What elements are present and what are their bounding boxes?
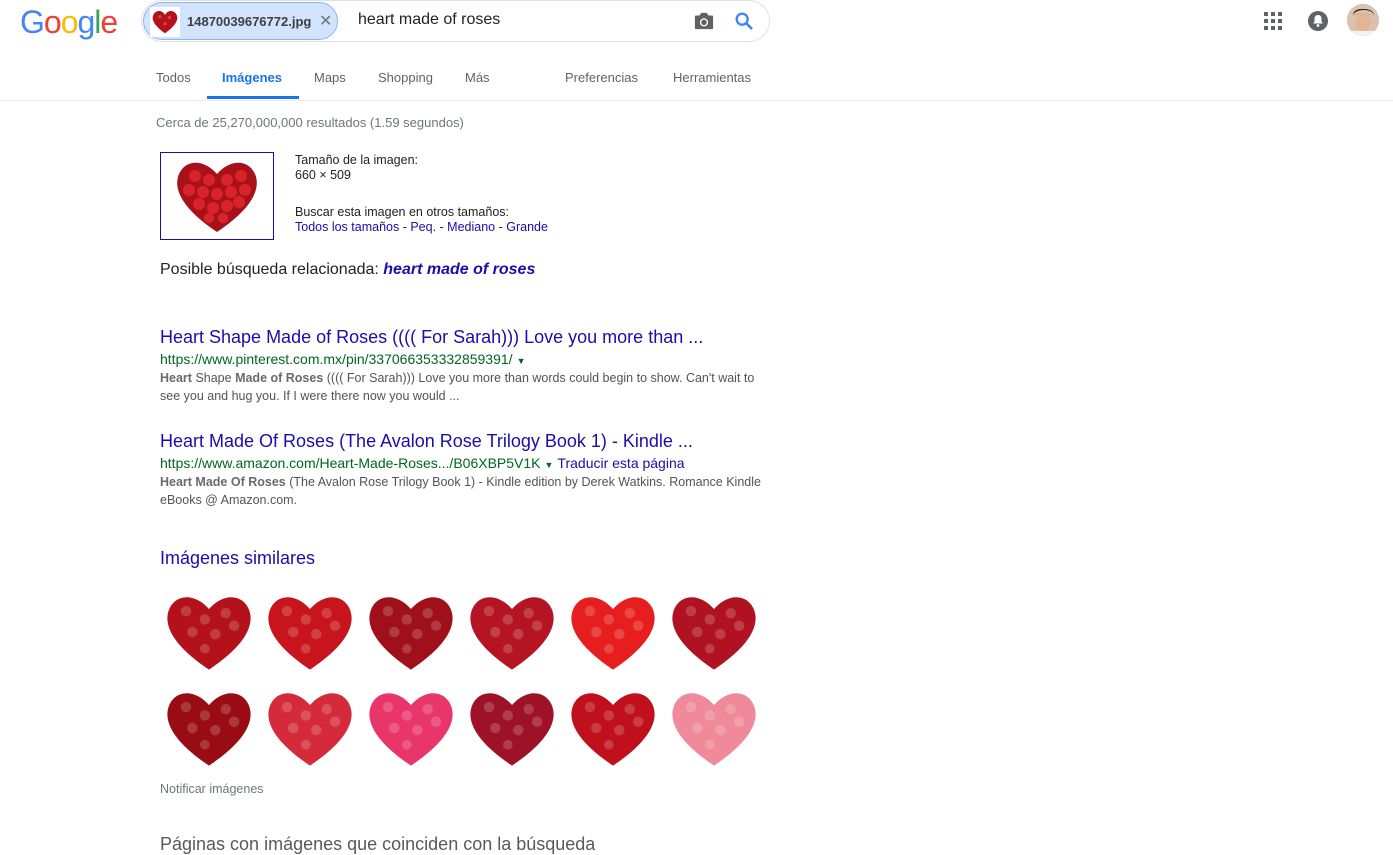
result-url: https://www.pinterest.com.mx/pin/3370663…: [160, 351, 513, 367]
apps-grid-icon[interactable]: [1264, 12, 1282, 35]
matching-pages-title: Páginas con imágenes que coinciden con l…: [160, 834, 596, 854]
camera-icon[interactable]: [693, 11, 715, 36]
result-snippet: Heart Made Of Roses (The Avalon Rose Tri…: [160, 473, 770, 509]
related-search: Posible búsqueda relacionada: heart made…: [160, 261, 535, 279]
search-input[interactable]: heart made of roses: [358, 11, 500, 29]
translate-link[interactable]: Traducir esta página: [557, 455, 684, 471]
snippet-text: Shape: [191, 371, 236, 385]
tab-preferencias[interactable]: Preferencias: [565, 70, 638, 85]
report-images-link[interactable]: Notificar imágenes: [160, 782, 264, 796]
tab-herramientas[interactable]: Herramientas: [673, 70, 751, 85]
result-url-line: https://www.amazon.com/Heart-Made-Roses.…: [160, 455, 770, 471]
similar-images-grid: [160, 588, 763, 772]
similar-image-thumbnail[interactable]: [261, 588, 359, 676]
image-chip[interactable]: 14870039676772.jpg ✕: [143, 2, 338, 40]
size-separator: -: [436, 220, 448, 234]
dropdown-arrow-icon[interactable]: ▼: [545, 460, 554, 470]
logo-letter: e: [100, 4, 118, 40]
logo-letter: G: [20, 4, 45, 40]
tab-maps[interactable]: Maps: [314, 70, 346, 85]
image-size-label: Tamaño de la imagen:: [295, 153, 418, 167]
result-url: https://www.amazon.com/Heart-Made-Roses.…: [160, 455, 541, 471]
size-links: Todos los tamaños - Peq. - Mediano - Gra…: [295, 220, 548, 235]
size-link-large[interactable]: Grande: [506, 220, 548, 234]
search-icon[interactable]: [733, 10, 755, 37]
similar-image-thumbnail[interactable]: [665, 684, 763, 772]
similar-image-thumbnail[interactable]: [160, 684, 258, 772]
similar-image-thumbnail[interactable]: [564, 684, 662, 772]
google-logo[interactable]: Google: [20, 4, 118, 41]
similar-image-thumbnail[interactable]: [564, 588, 662, 676]
search-result: Heart Made Of Roses (The Avalon Rose Tri…: [160, 430, 770, 509]
result-url-line: https://www.pinterest.com.mx/pin/3370663…: [160, 351, 770, 367]
similar-images-title[interactable]: Imágenes similares: [160, 548, 315, 569]
active-tab-indicator: [207, 96, 299, 99]
related-query-link[interactable]: heart made of roses: [383, 261, 535, 278]
snippet-bold: Made of Roses: [235, 371, 324, 385]
snippet-bold: Heart Made Of Roses: [160, 475, 286, 489]
search-box[interactable]: 14870039676772.jpg ✕ heart made of roses: [141, 0, 770, 42]
similar-image-thumbnail[interactable]: [665, 588, 763, 676]
size-link-all[interactable]: Todos los tamaños: [295, 220, 399, 234]
similar-image-thumbnail[interactable]: [463, 588, 561, 676]
result-title[interactable]: Heart Made Of Roses (The Avalon Rose Tri…: [160, 431, 693, 451]
similar-image-thumbnail[interactable]: [362, 588, 460, 676]
size-link-medium[interactable]: Mediano: [447, 220, 495, 234]
tab-mas[interactable]: Más: [465, 70, 490, 85]
search-result: Heart Shape Made of Roses (((( For Sarah…: [160, 326, 770, 405]
tab-todos[interactable]: Todos: [156, 70, 191, 85]
result-stats: Cerca de 25,270,000,000 resultados (1.59…: [156, 115, 464, 130]
logo-letter: g: [77, 4, 95, 40]
dropdown-arrow-icon[interactable]: ▼: [517, 356, 526, 366]
close-icon[interactable]: ✕: [319, 11, 332, 31]
other-sizes-label: Buscar esta imagen en otros tamaños:: [295, 205, 510, 219]
snippet-bold: Heart: [160, 371, 192, 385]
similar-image-thumbnail[interactable]: [160, 588, 258, 676]
size-separator: -: [495, 220, 507, 234]
size-separator: -: [399, 220, 411, 234]
notifications-bell-icon[interactable]: [1307, 10, 1329, 37]
image-size-value: 660 × 509: [295, 168, 351, 182]
similar-image-thumbnail[interactable]: [261, 684, 359, 772]
search-tabs: Todos Imágenes Maps Shopping Más Prefere…: [0, 58, 1393, 101]
result-snippet: Heart Shape Made of Roses (((( For Sarah…: [160, 369, 770, 405]
similar-image-thumbnail[interactable]: [362, 684, 460, 772]
chip-filename: 14870039676772.jpg: [187, 14, 312, 29]
image-info: Tamaño de la imagen: 660 × 509 Buscar es…: [295, 153, 548, 235]
logo-letter: o: [43, 4, 62, 40]
similar-image-thumbnail[interactable]: [463, 684, 561, 772]
avatar[interactable]: [1347, 4, 1379, 36]
tab-shopping[interactable]: Shopping: [378, 70, 433, 85]
logo-letter: o: [60, 4, 79, 40]
result-title[interactable]: Heart Shape Made of Roses (((( For Sarah…: [160, 327, 703, 347]
size-link-small[interactable]: Peq.: [410, 220, 436, 234]
query-image[interactable]: [160, 152, 274, 240]
chip-heart-thumbnail: [150, 7, 180, 37]
related-label: Posible búsqueda relacionada:: [160, 261, 384, 278]
tab-imagenes[interactable]: Imágenes: [222, 70, 282, 85]
